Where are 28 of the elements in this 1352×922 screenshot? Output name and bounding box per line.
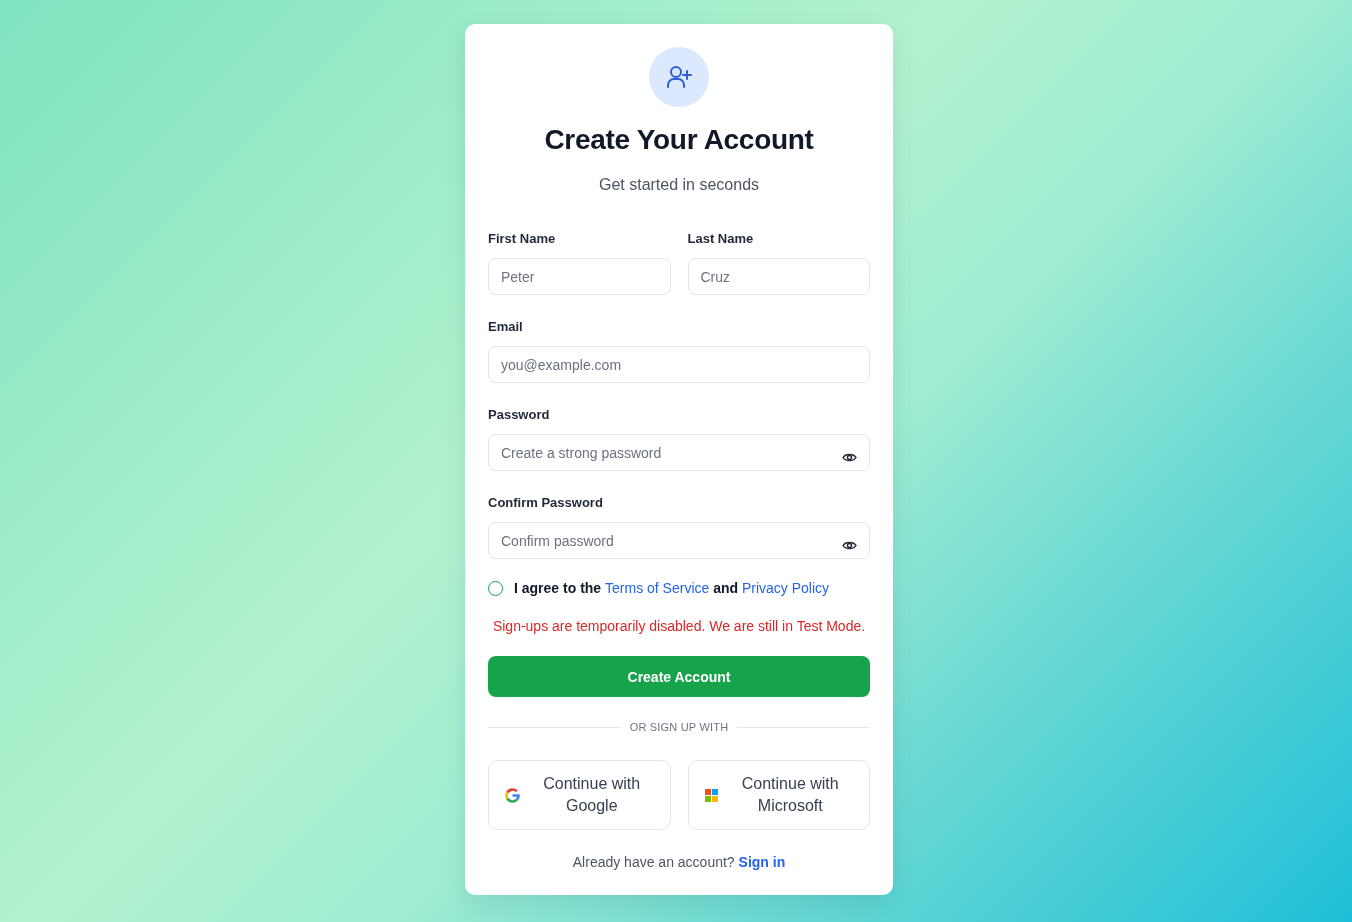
field-label: Password [488, 406, 550, 424]
error-message: Sign-ups are temporarily disabled. We are still in Test Mode. [491, 617, 867, 636]
agree-checkbox[interactable] [488, 580, 503, 596]
four-squares-icon [704, 788, 718, 802]
text-field[interactable]: Peter [488, 258, 671, 295]
field-label: Confirm Password [488, 494, 603, 512]
create-account-button[interactable]: Create Account [488, 656, 870, 697]
text-field[interactable]: Cruz [687, 258, 870, 295]
terms-agreement-text: I agree to the Terms of Service and Privacy Policy [514, 579, 830, 598]
google-g-icon [505, 787, 520, 803]
eye-icon[interactable] [842, 452, 857, 463]
password-field[interactable]: Confirm password [488, 522, 870, 559]
password-field[interactable]: Create a strong password [488, 434, 870, 471]
field-label: Email [488, 318, 523, 336]
user-plus-icon [649, 47, 709, 107]
form-title: Create Your Account [543, 123, 815, 157]
sign-in-link[interactable]: Sign in [738, 854, 786, 870]
field-label: First Name [488, 230, 556, 248]
terms-link[interactable]: Terms of Service [605, 580, 710, 596]
divider-label: OR SIGN UP WITH [629, 720, 729, 735]
microsoft-signup-button[interactable]: Continue with Microsoft [687, 760, 870, 830]
google-signup-button[interactable]: Continue with Google [488, 760, 671, 830]
field-label: Last Name [687, 230, 754, 248]
email-field[interactable]: you@example.com [488, 346, 870, 383]
eye-icon[interactable] [842, 540, 857, 551]
sign-in-prompt: Already have an account? Sign in [571, 853, 787, 872]
terms-link[interactable]: Privacy Policy [741, 580, 830, 596]
form-subtitle: Get started in seconds [597, 175, 761, 195]
